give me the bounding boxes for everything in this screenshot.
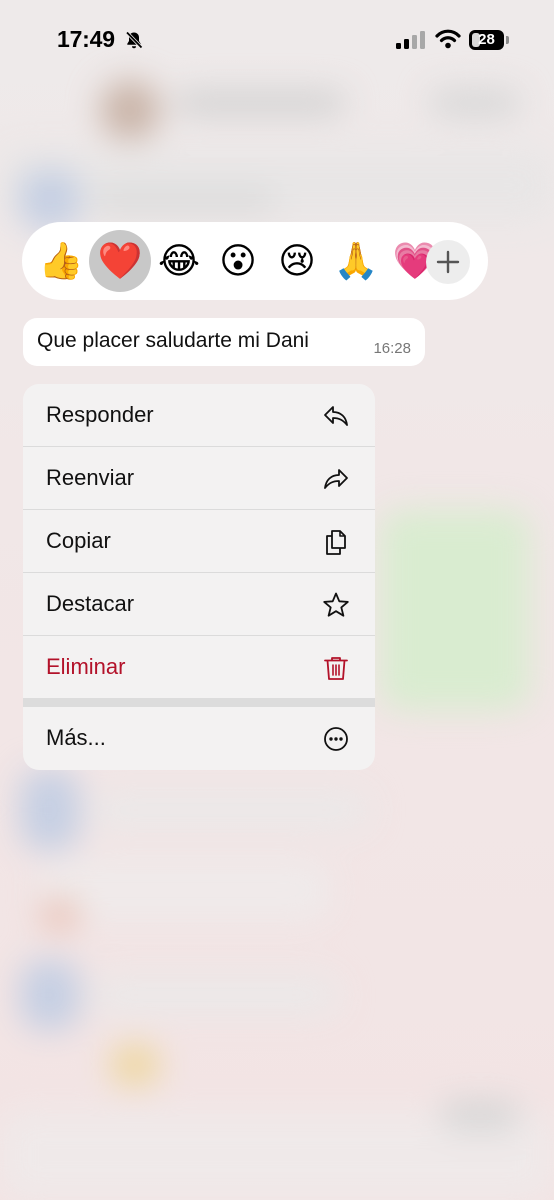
battery-percentage: 28 [478, 31, 495, 48]
add-reaction-button[interactable] [426, 240, 470, 284]
status-time: 17:49 [57, 26, 115, 52]
menu-item-delete[interactable]: Eliminar [23, 636, 375, 699]
wifi-icon [435, 29, 461, 49]
menu-section-separator [23, 698, 375, 707]
menu-item-star[interactable]: Destacar [23, 573, 375, 636]
reaction-red-heart[interactable]: ❤️ [89, 230, 151, 292]
menu-item-label: Eliminar [46, 654, 126, 679]
bell-muted-icon [125, 31, 143, 49]
menu-item-reply[interactable]: Responder [23, 384, 375, 447]
menu-item-label: Destacar [46, 591, 135, 616]
menu-item-label: Más... [46, 725, 106, 750]
message-text: Que placer saludarte mi Dani [37, 329, 309, 352]
reaction-folded-hands[interactable]: 🙏 [325, 230, 387, 292]
battery-icon: 28 [469, 30, 504, 50]
message-time: 16:28 [373, 340, 411, 357]
battery-cap [506, 36, 509, 44]
reaction-tears-of-joy[interactable]: 😂 [148, 230, 210, 292]
cellular-signal-icon [396, 31, 425, 49]
reply-icon [324, 406, 348, 426]
reaction-surprised[interactable]: 😮 [207, 230, 269, 292]
message-bubble[interactable]: Que placer saludarte mi Dani 16:28 [23, 318, 425, 366]
forward-icon [324, 469, 348, 489]
more-icon [324, 727, 348, 751]
menu-item-label: Responder [46, 402, 154, 427]
reaction-bar: 👍 ❤️ 😂 😮 😢 🙏 💗 [22, 222, 488, 300]
context-menu: Responder Reenviar Copiar Destacar Elimi… [23, 384, 375, 770]
reaction-crying[interactable]: 😢 [266, 230, 328, 292]
menu-item-label: Copiar [46, 528, 111, 553]
star-icon [323, 592, 349, 617]
copy-icon [326, 530, 346, 555]
reaction-thumbs-up[interactable]: 👍 [30, 230, 92, 292]
menu-item-forward[interactable]: Reenviar [23, 447, 375, 510]
menu-item-label: Reenviar [46, 465, 135, 490]
menu-item-copy[interactable]: Copiar [23, 510, 375, 573]
plus-icon [436, 250, 460, 274]
menu-item-more[interactable]: Más... [23, 707, 375, 770]
status-bar: 17:49 28 [0, 0, 554, 84]
trash-icon [324, 657, 348, 680]
